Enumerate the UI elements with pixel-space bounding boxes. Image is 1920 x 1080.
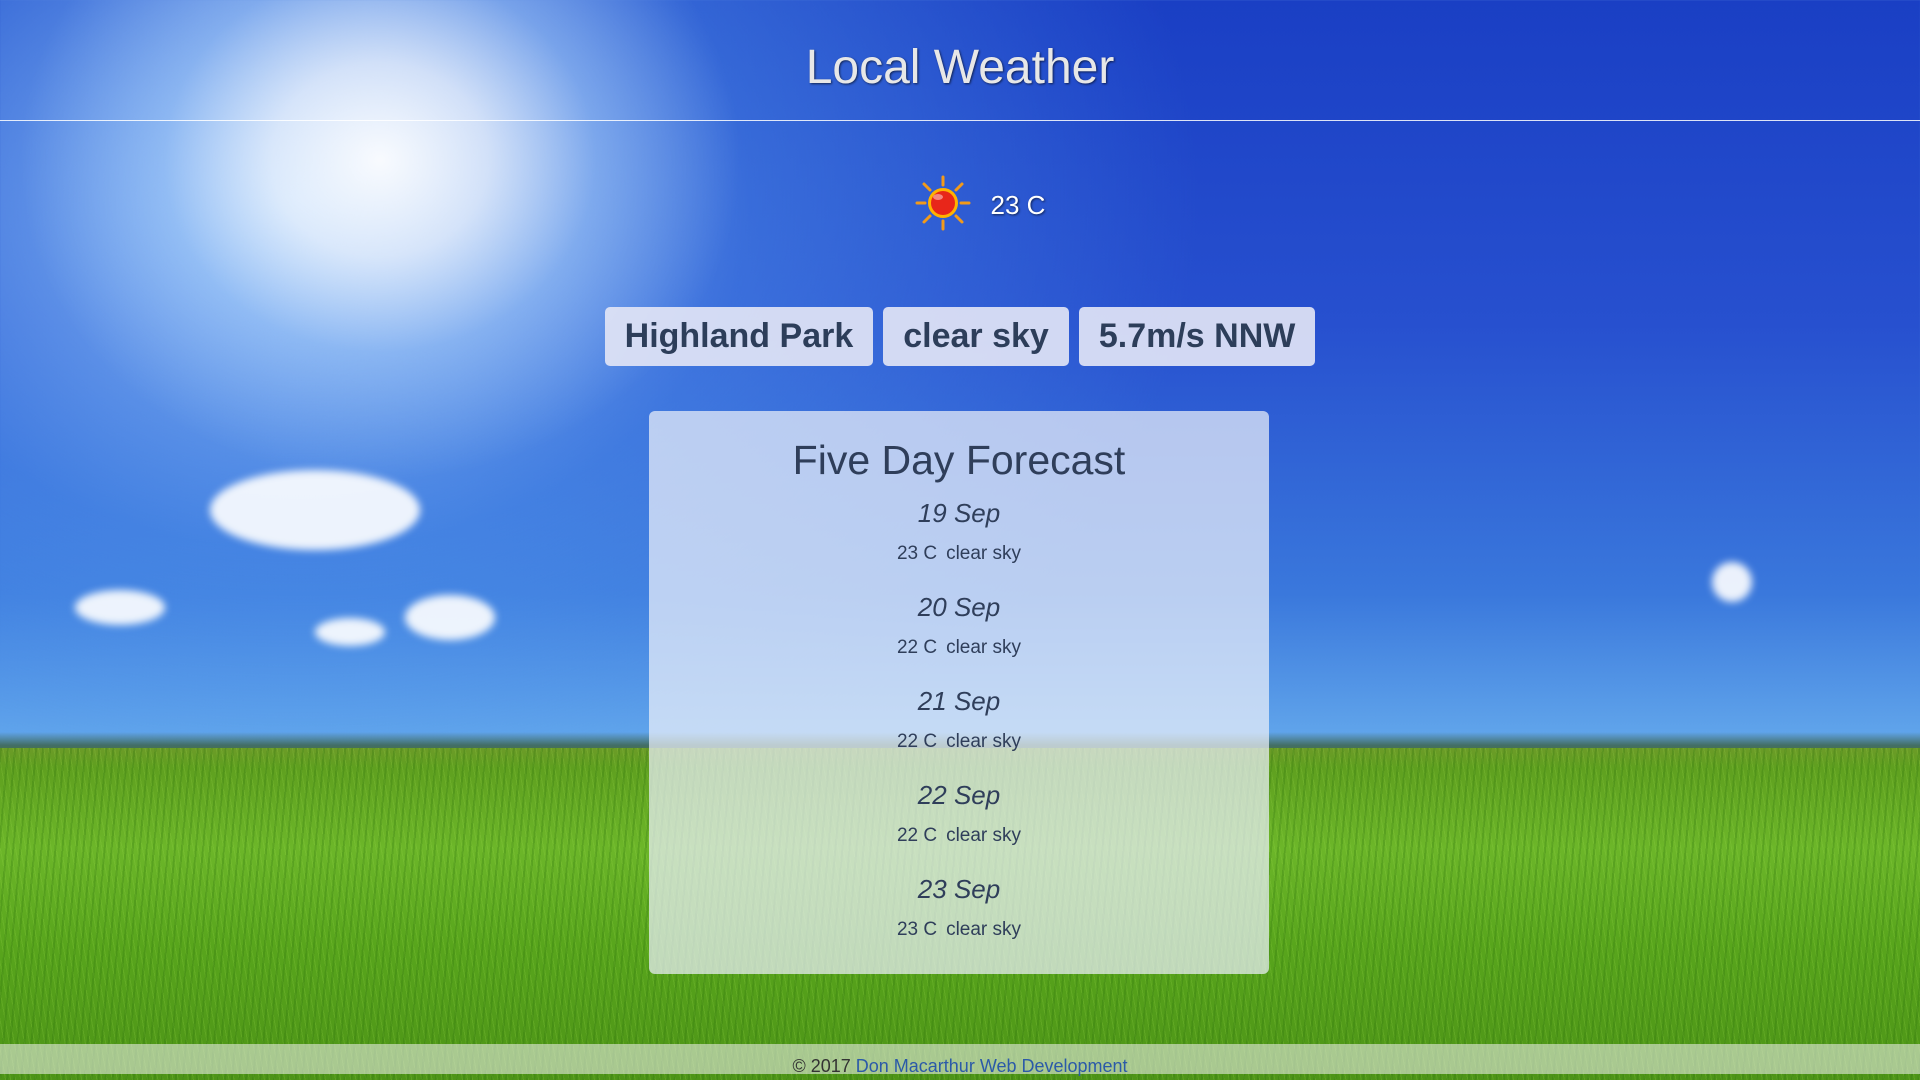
forecast-title: Five Day Forecast [792, 437, 1126, 483]
wind-badge: 5.7m/s NNW [1078, 307, 1316, 366]
forecast-day: 23 Sep 23 C clear sky [649, 874, 1269, 954]
background-cloud [75, 590, 165, 625]
forecast-day: 22 Sep 22 C clear sky [649, 780, 1269, 860]
forecast-temp: 22 C [896, 825, 938, 846]
author-link[interactable]: Don Macarthur Web Development [856, 1056, 1128, 1076]
forecast-condition: clear sky [946, 919, 1022, 940]
forecast-date: 21 Sep [917, 686, 1001, 716]
forecast-condition: clear sky [946, 825, 1022, 846]
condition-badge: clear sky [883, 307, 1069, 366]
forecast-panel: Five Day Forecast 19 Sep 23 C clear sky 2… [649, 411, 1269, 974]
forecast-day: 20 Sep 22 C clear sky [649, 592, 1269, 672]
forecast-date: 19 Sep [917, 498, 1001, 528]
forecast-condition: clear sky [946, 731, 1022, 752]
sun-icon [915, 175, 971, 236]
forecast-date: 20 Sep [917, 592, 1001, 622]
background-cloud [405, 595, 495, 640]
footer: © 2017 Don Macarthur Web Development [0, 1044, 1920, 1076]
page-title: Local Weather [805, 41, 1115, 94]
location-badge: Highland Park [604, 307, 874, 366]
forecast-condition: clear sky [946, 637, 1022, 658]
copyright-text: © 2017 [792, 1056, 851, 1076]
current-details: Highland Park clear sky 5.7m/s NNW [0, 307, 1920, 366]
forecast-date: 22 Sep [917, 780, 1001, 810]
forecast-temp: 22 C [896, 731, 938, 752]
forecast-condition: clear sky [946, 543, 1022, 564]
background-cloud [1712, 562, 1752, 602]
forecast-temp: 23 C [896, 919, 938, 940]
forecast-temp: 23 C [896, 543, 938, 564]
background-cloud [315, 618, 385, 646]
forecast-day: 21 Sep 22 C clear sky [649, 686, 1269, 766]
header: Local Weather [0, 0, 1920, 121]
current-weather: 23 C [0, 175, 1920, 231]
forecast-date: 23 Sep [917, 874, 1001, 904]
background-cloud [210, 470, 420, 550]
forecast-day: 19 Sep 23 C clear sky [649, 498, 1269, 578]
current-temperature: 23 C [990, 190, 1046, 220]
forecast-temp: 22 C [896, 637, 938, 658]
